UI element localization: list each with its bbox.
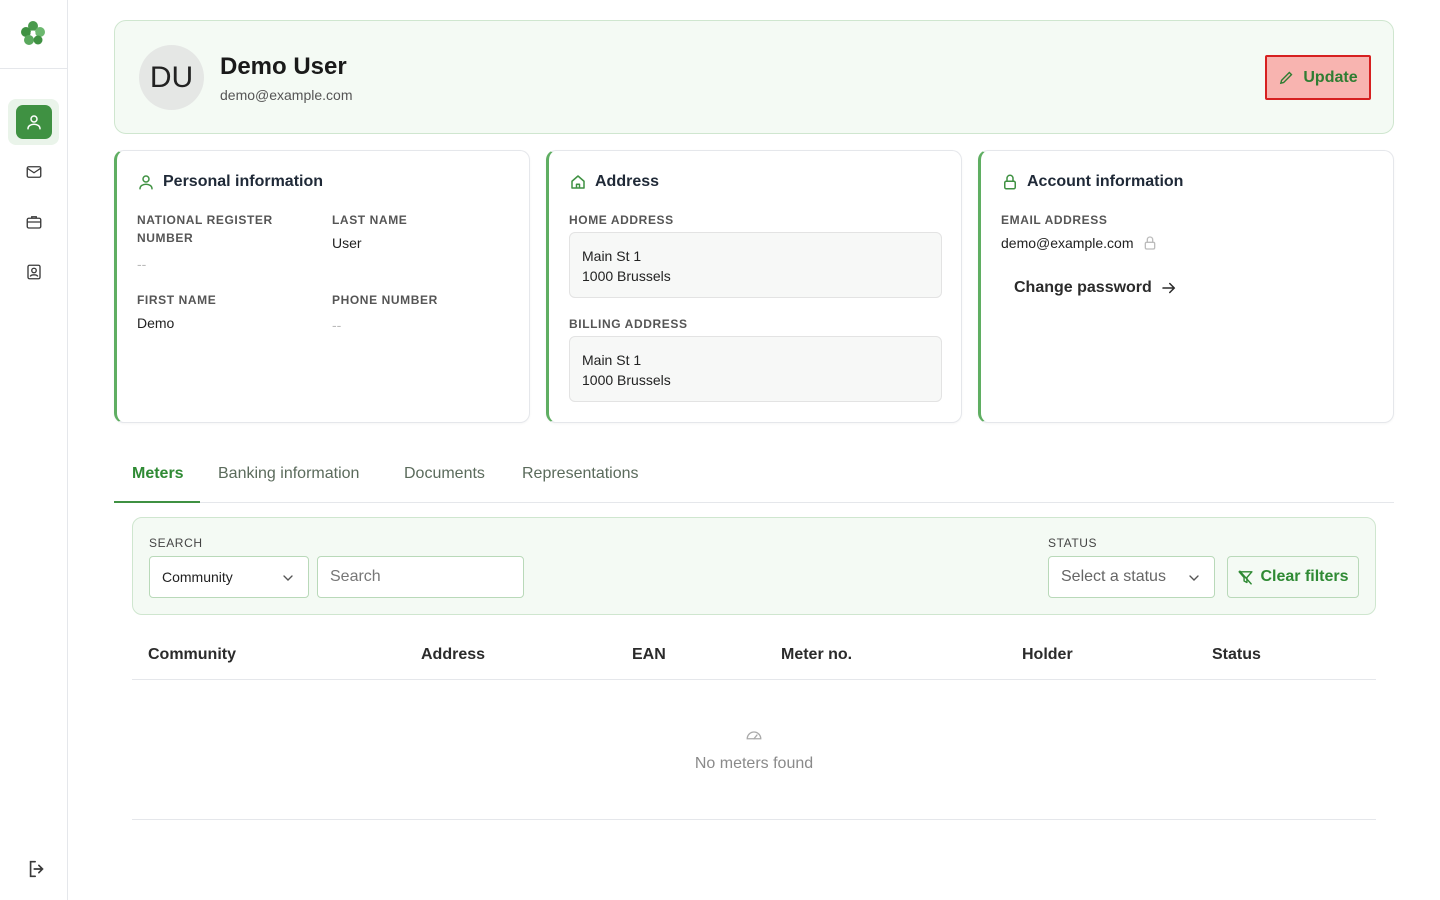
sidebar-item-profile[interactable] — [8, 99, 59, 145]
tab-bar: Meters Banking information Documents Rep… — [114, 455, 1394, 503]
pencil-icon — [1280, 71, 1293, 85]
column-header-ean[interactable]: EAN — [632, 646, 666, 664]
personal-information-title: Personal information — [137, 173, 323, 191]
home-icon — [571, 175, 585, 189]
personal-information-card: Personal information NATIONAL REGISTER N… — [114, 150, 530, 423]
phone-number-value: -- — [332, 317, 342, 333]
meters-empty-state: No meters found — [132, 680, 1376, 820]
email-address-label: EMAIL ADDRESS — [1001, 213, 1108, 227]
locked-field-icon — [1144, 236, 1155, 250]
column-header-meter-no[interactable]: Meter no. — [781, 646, 852, 664]
email-address-value: demo@example.com — [1001, 235, 1134, 251]
change-password-link[interactable]: Change password — [1014, 279, 1178, 297]
lock-icon — [1004, 174, 1016, 190]
first-name-value: Demo — [137, 315, 175, 331]
logout-icon[interactable] — [26, 858, 48, 880]
email-address-row: demo@example.com — [1001, 235, 1158, 251]
update-button-label: Update — [1303, 68, 1358, 86]
filter-panel: SEARCH Community STATUS Select a status … — [132, 517, 1376, 615]
billing-address-label: BILLING ADDRESS — [569, 317, 688, 331]
national-register-label: NATIONAL REGISTER NUMBER — [137, 213, 273, 245]
sidebar-item-contacts[interactable] — [8, 249, 59, 295]
arrow-right-icon — [1162, 282, 1176, 294]
chevron-down-icon — [1189, 575, 1199, 581]
filter-clear-icon — [1238, 569, 1254, 585]
change-password-label: Change password — [1014, 279, 1152, 296]
meters-table-header: Community Address EAN Meter no. Holder S… — [132, 632, 1376, 680]
address-card: Address HOME ADDRESS Main St 1 1000 Brus… — [546, 150, 962, 423]
billing-address-box: Main St 1 1000 Brussels — [569, 336, 942, 402]
chevron-down-icon — [283, 575, 293, 581]
column-header-community[interactable]: Community — [148, 646, 236, 664]
home-address-box: Main St 1 1000 Brussels — [569, 232, 942, 298]
tab-meters[interactable]: Meters — [132, 465, 184, 483]
briefcase-icon — [26, 216, 41, 229]
gauge-icon — [746, 731, 762, 740]
sidebar-divider — [0, 68, 67, 69]
update-button[interactable]: Update — [1265, 55, 1371, 100]
account-information-card: Account information EMAIL ADDRESS demo@e… — [978, 150, 1394, 423]
account-information-title-text: Account information — [1027, 173, 1184, 190]
phone-number-label: PHONE NUMBER — [332, 293, 438, 307]
sidebar-item-portfolio[interactable] — [8, 199, 59, 245]
last-name-value: User — [332, 235, 362, 251]
status-label: STATUS — [1048, 536, 1098, 550]
active-tab-underline — [114, 501, 200, 503]
home-address-line1: Main St 1 — [582, 248, 642, 264]
personal-information-title-text: Personal information — [163, 173, 324, 190]
user-icon — [139, 175, 153, 190]
sidebar-item-messages[interactable] — [8, 149, 59, 195]
status-placeholder: Select a status — [1061, 568, 1166, 585]
home-address-label: HOME ADDRESS — [569, 213, 674, 227]
user-icon — [26, 115, 41, 130]
clear-filters-label: Clear filters — [1260, 568, 1349, 585]
billing-address-line1: Main St 1 — [582, 352, 642, 368]
column-header-status[interactable]: Status — [1212, 646, 1261, 664]
profile-email: demo@example.com — [220, 87, 353, 103]
home-address-line2: 1000 Brussels — [582, 268, 671, 284]
sidebar — [0, 0, 68, 900]
billing-address-line2: 1000 Brussels — [582, 372, 671, 388]
contact-card-icon — [26, 264, 41, 280]
tab-banking-information[interactable]: Banking information — [218, 465, 359, 483]
empty-state-text: No meters found — [694, 755, 814, 772]
status-select[interactable]: Select a status — [1048, 556, 1215, 598]
last-name-label: LAST NAME — [332, 213, 408, 227]
tab-documents[interactable]: Documents — [404, 465, 485, 483]
profile-name: Demo User — [220, 53, 347, 80]
column-header-address[interactable]: Address — [421, 646, 485, 664]
avatar: DU — [139, 45, 204, 110]
clear-filters-button[interactable]: Clear filters — [1227, 556, 1359, 598]
column-header-holder[interactable]: Holder — [1022, 646, 1073, 664]
clover-logo-icon[interactable] — [18, 18, 48, 48]
national-register-value: -- — [137, 256, 147, 272]
search-field-select[interactable]: Community — [149, 556, 309, 598]
profile-header: DU Demo User demo@example.com Update — [114, 20, 1394, 134]
search-field-selected: Community — [162, 569, 233, 585]
search-label: SEARCH — [149, 536, 203, 550]
search-input[interactable] — [317, 556, 524, 598]
first-name-label: FIRST NAME — [137, 293, 217, 307]
account-information-title: Account information — [1001, 173, 1183, 191]
tab-representations[interactable]: Representations — [522, 465, 639, 483]
address-title-text: Address — [595, 173, 660, 190]
mail-icon — [26, 166, 41, 178]
address-title: Address — [569, 173, 659, 191]
